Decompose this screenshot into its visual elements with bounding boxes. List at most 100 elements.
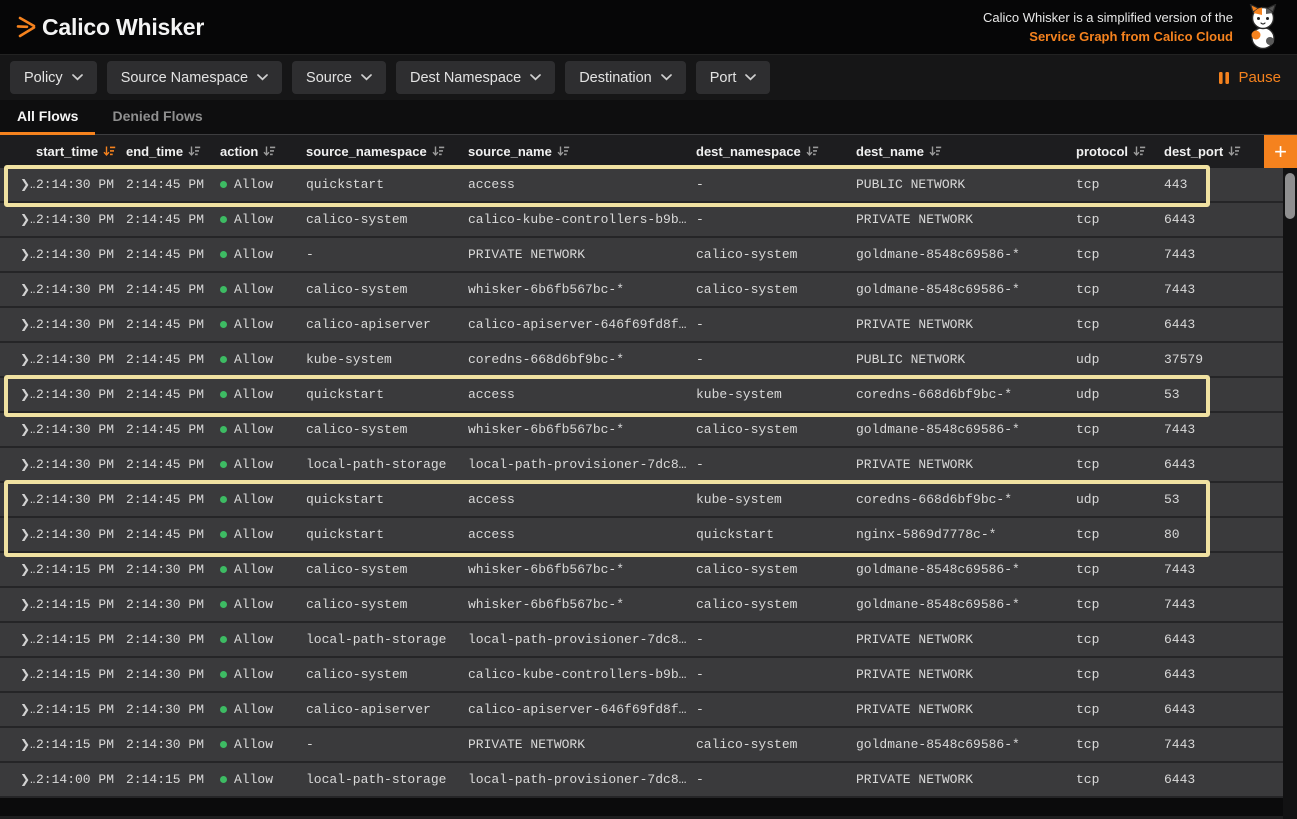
tab-denied-flows[interactable]: Denied Flows [95,100,219,135]
column-header-source_namespace[interactable]: source_namespace [306,144,468,159]
expand-chevron-icon[interactable]: ❯ [20,527,36,542]
pause-button[interactable]: Pause [1218,69,1281,86]
column-header-end_time[interactable]: end_time [126,144,220,159]
table-row[interactable]: ❯2:14:30 PM2:14:45 PMAllowcalico-apiserv… [0,308,1283,343]
column-header-dest_name[interactable]: dest_name [856,144,1076,159]
expander-cell: ❯ [0,282,36,297]
cell-action: Allow [220,457,306,472]
filter-button-dest-namespace[interactable]: Dest Namespace [396,61,555,94]
tab-all-flows[interactable]: All Flows [0,100,95,135]
table-row[interactable]: ❯2:14:15 PM2:14:30 PMAllowcalico-apiserv… [0,693,1283,728]
column-header-action[interactable]: action [220,144,306,159]
expand-chevron-icon[interactable]: ❯ [20,387,36,402]
cell-dest_namespace: kube-system [696,387,856,402]
sort-icon[interactable] [188,145,201,158]
expand-chevron-icon[interactable]: ❯ [20,737,36,752]
filter-button-policy[interactable]: Policy [10,61,97,94]
sort-icon[interactable] [806,145,819,158]
column-header-source_name[interactable]: source_name [468,144,696,159]
cell-action: Allow [220,737,306,752]
cell-source_name: access [468,527,696,542]
cell-dest_port: 6443 [1164,632,1283,647]
filter-button-source-namespace[interactable]: Source Namespace [107,61,282,94]
expand-chevron-icon[interactable]: ❯ [20,317,36,332]
table-row[interactable]: ❯2:14:30 PM2:14:45 PMAllowquickstartacce… [0,483,1283,518]
scrollbar-thumb[interactable] [1285,173,1295,219]
cell-end_time: 2:14:45 PM [126,457,220,472]
action-label: Allow [234,492,273,507]
table-row[interactable]: ❯2:14:30 PM2:14:45 PMAllowcalico-systemw… [0,273,1283,308]
filter-button-destination[interactable]: Destination [565,61,686,94]
cell-end_time: 2:14:45 PM [126,527,220,542]
filter-button-label: Policy [24,70,63,86]
expand-chevron-icon[interactable]: ❯ [20,562,36,577]
table-row[interactable]: ❯2:14:15 PM2:14:30 PMAllowcalico-systemc… [0,658,1283,693]
table-row[interactable]: ❯2:14:30 PM2:14:45 PMAllowquickstartacce… [0,378,1283,413]
sort-icon[interactable] [557,145,570,158]
column-header-start_time[interactable]: start_time [36,144,126,159]
allow-status-dot [220,216,227,223]
table-row[interactable]: ❯2:14:30 PM2:14:45 PMAllow-PRIVATE NETWO… [0,238,1283,273]
cell-protocol: tcp [1076,212,1164,227]
action-label: Allow [234,422,273,437]
expand-chevron-icon[interactable]: ❯ [20,597,36,612]
table-row[interactable]: ❯2:14:30 PM2:14:45 PMAllowquickstartacce… [0,518,1283,553]
sort-icon[interactable] [263,145,276,158]
filter-button-port[interactable]: Port [696,61,771,94]
cell-source_namespace: calico-system [306,667,468,682]
allow-status-dot [220,531,227,538]
cell-action: Allow [220,492,306,507]
expand-chevron-icon[interactable]: ❯ [20,282,36,297]
column-header-dest_namespace[interactable]: dest_namespace [696,144,856,159]
expand-chevron-icon[interactable]: ❯ [20,632,36,647]
expand-chevron-icon[interactable]: ❯ [20,492,36,507]
table-row[interactable]: ❯2:14:15 PM2:14:30 PMAllowcalico-systemw… [0,588,1283,623]
table-row[interactable]: ❯2:14:30 PM2:14:45 PMAllowlocal-path-sto… [0,448,1283,483]
table-row[interactable]: ❯2:14:30 PM2:14:45 PMAllowquickstartacce… [0,168,1283,203]
expand-chevron-icon[interactable]: ❯ [20,772,36,787]
filter-bar: Policy Source Namespace Source Dest Namespa… [0,55,1297,100]
cell-protocol: tcp [1076,597,1164,612]
app-title: Calico Whisker [42,14,204,41]
expand-chevron-icon[interactable]: ❯ [20,457,36,472]
sort-icon[interactable] [103,145,116,158]
table-row[interactable]: ❯2:14:30 PM2:14:45 PMAllowcalico-systemc… [0,203,1283,238]
sort-icon[interactable] [432,145,445,158]
chevron-down-icon [745,74,756,81]
table-row[interactable]: ❯2:14:30 PM2:14:45 PMAllowcalico-systemw… [0,413,1283,448]
table-row[interactable]: ❯2:14:15 PM2:14:30 PMAllowcalico-systemw… [0,553,1283,588]
filter-button-source[interactable]: Source [292,61,386,94]
cell-dest_name: PRIVATE NETWORK [856,772,1076,787]
expand-chevron-icon[interactable]: ❯ [20,177,36,192]
cell-action: Allow [220,387,306,402]
table-row[interactable]: ❯2:14:30 PM2:14:45 PMAllowkube-systemcor… [0,343,1283,378]
chevron-down-icon [530,74,541,81]
cell-source_namespace: calico-apiserver [306,317,468,332]
cell-dest_name: goldmane-8548c69586-* [856,597,1076,612]
table-row[interactable]: ❯2:14:00 PM2:14:15 PMAllowlocal-path-sto… [0,763,1283,798]
cell-source_name: coredns-668d6bf9bc-* [468,352,696,367]
table-row[interactable]: ❯2:14:15 PM2:14:30 PMAllowlocal-path-sto… [0,623,1283,658]
column-header-protocol[interactable]: protocol [1076,144,1164,159]
column-header-label: source_namespace [306,144,427,159]
cell-source_namespace: calico-system [306,212,468,227]
sort-icon[interactable] [1228,145,1241,158]
expand-chevron-icon[interactable]: ❯ [20,422,36,437]
expand-chevron-icon[interactable]: ❯ [20,212,36,227]
cell-dest_port: 6443 [1164,317,1283,332]
table-row[interactable]: ❯2:14:15 PM2:14:30 PMAllow-PRIVATE NETWO… [0,728,1283,763]
expander-cell: ❯ [0,527,36,542]
scrollbar-track[interactable] [1283,168,1297,819]
add-column-button[interactable]: + [1264,135,1297,168]
cell-end_time: 2:14:30 PM [126,632,220,647]
cell-protocol: tcp [1076,667,1164,682]
allow-status-dot [220,356,227,363]
sort-icon[interactable] [929,145,942,158]
expand-chevron-icon[interactable]: ❯ [20,352,36,367]
expand-chevron-icon[interactable]: ❯ [20,702,36,717]
expand-chevron-icon[interactable]: ❯ [20,247,36,262]
service-graph-link[interactable]: Service Graph from Calico Cloud [1029,29,1233,44]
cell-dest_port: 6443 [1164,702,1283,717]
expand-chevron-icon[interactable]: ❯ [20,667,36,682]
sort-icon[interactable] [1133,145,1146,158]
